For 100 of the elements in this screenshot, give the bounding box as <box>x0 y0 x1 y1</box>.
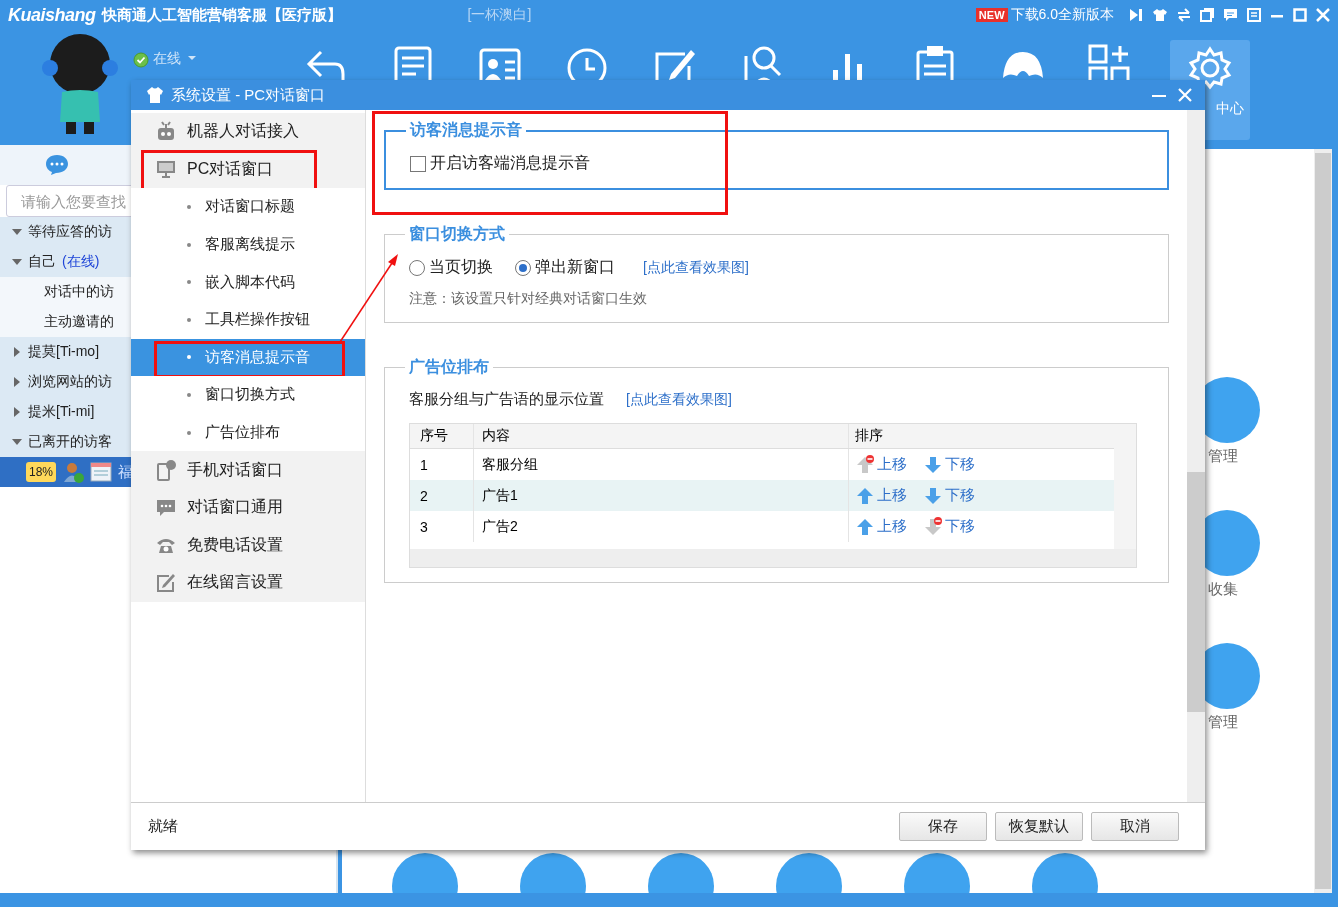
dialog-button[interactable]: 取消 <box>1091 812 1179 841</box>
caret-icon[interactable] <box>12 377 22 387</box>
percent-badge: 18% <box>26 462 57 482</box>
table-cell: 3 <box>410 511 474 542</box>
close-icon[interactable] <box>1177 87 1193 103</box>
nav-label: 对话窗口通用 <box>187 497 283 518</box>
down-arrow-icon <box>923 454 943 475</box>
scrollbar[interactable] <box>1314 149 1332 893</box>
nav-item[interactable]: 在线留言设置 <box>131 564 365 602</box>
up-arrow-icon <box>855 485 875 506</box>
person-icon <box>62 461 85 483</box>
caret-icon[interactable] <box>12 257 22 267</box>
table-cell: 2 <box>410 480 474 511</box>
nav-label: 机器人对话接入 <box>187 121 299 142</box>
feature-label: 管理 <box>1207 447 1238 466</box>
monitor-icon <box>155 158 177 181</box>
column-header: 排序 <box>854 426 884 445</box>
swap-icon[interactable] <box>1177 8 1191 22</box>
windows-icon[interactable] <box>1200 8 1214 22</box>
preview-link[interactable]: [点此查看效果图] <box>626 390 732 409</box>
shirt-icon[interactable] <box>1152 8 1168 22</box>
scrollbar[interactable] <box>1187 110 1205 802</box>
app-logo: Kuaishang <box>8 4 96 26</box>
radio-button[interactable] <box>515 259 531 276</box>
notes-icon[interactable] <box>1247 8 1261 22</box>
new-badge: NEW <box>975 8 1008 22</box>
account-name: [一杯澳白] <box>467 6 532 24</box>
nav-label: 嵌入脚本代码 <box>205 272 295 292</box>
settings-icon <box>1188 46 1232 90</box>
checkbox[interactable] <box>410 155 426 172</box>
nav-label: 在线留言设置 <box>187 572 283 593</box>
move-up-link[interactable]: 上移 <box>855 485 907 506</box>
chat-bubble-icon[interactable] <box>45 154 69 176</box>
column-header: 序号 <box>410 424 474 448</box>
close-icon[interactable] <box>1316 8 1330 22</box>
feature-label: 收集 <box>1207 580 1238 599</box>
up-arrow-icon <box>855 516 875 537</box>
table-cell: 广告2 <box>474 511 849 542</box>
radio-option[interactable]: 当页切换 <box>409 257 493 278</box>
scrollbar[interactable] <box>1114 424 1136 549</box>
down-arrow-disabled-icon <box>923 516 943 537</box>
group-title: 窗口切换方式 <box>408 224 506 244</box>
nav-item[interactable]: 免费电话设置 <box>131 526 365 565</box>
preview-link[interactable]: [点此查看效果图] <box>643 258 749 277</box>
group-title: 访客消息提示音 <box>408 120 523 140</box>
nav-label: 对话窗口标题 <box>205 197 295 217</box>
browser-icon <box>90 461 113 483</box>
maximize-icon[interactable] <box>1293 8 1307 22</box>
column-header: 内容 <box>474 424 849 448</box>
nav-label: 免费电话设置 <box>187 534 283 555</box>
note-edit-icon <box>155 571 177 594</box>
move-down-link[interactable]: 下移 <box>923 485 975 506</box>
feature-label: 管理 <box>1207 713 1238 732</box>
message-icon[interactable] <box>1223 8 1238 22</box>
nav-label: PC对话窗口 <box>187 158 274 179</box>
scrollbar[interactable] <box>410 549 1136 567</box>
nav-label: 广告位排布 <box>205 423 280 443</box>
table-cell: 广告1 <box>474 480 849 511</box>
caret-icon[interactable] <box>12 347 22 357</box>
nav-item[interactable]: PC对话窗口 <box>131 150 365 189</box>
app-title: 快商通人工智能营销客服【医疗版】 <box>101 5 342 25</box>
up-arrow-disabled-icon <box>855 454 875 475</box>
phone-chat-icon <box>155 459 177 482</box>
checkbox-option[interactable]: 开启访客端消息提示音 <box>410 153 590 174</box>
move-down-link[interactable]: 下移 <box>923 454 975 475</box>
dialog-button[interactable]: 恢复默认 <box>995 812 1083 841</box>
robot-icon <box>155 120 177 143</box>
nav-item[interactable]: 机器人对话接入 <box>131 113 365 151</box>
tree-label: 提莫[Ti-mo] <box>28 343 100 361</box>
nav-label: 客服离线提示 <box>205 235 295 255</box>
table-row[interactable]: 2 广告1 上移 下移 <box>410 480 1114 511</box>
shirt-icon <box>145 85 165 105</box>
note-text: 注意：该设置只针对经典对话窗口生效 <box>409 289 648 308</box>
radio-option[interactable]: 弹出新窗口 <box>515 257 615 278</box>
tree-label: 等待应答的访 <box>28 223 112 241</box>
caret-icon[interactable] <box>12 437 22 447</box>
tree-label: 已离开的访客 <box>28 433 112 451</box>
skip-icon[interactable] <box>1129 8 1143 22</box>
nav-label: 手机对话窗口 <box>187 459 283 480</box>
nav-label: 访客消息提示音 <box>205 347 310 367</box>
nav-label: 工具栏操作按钮 <box>205 310 310 330</box>
dialog-title: 系统设置 - PC对话窗口 <box>171 85 326 105</box>
caption-text: 客服分组与广告语的显示位置 <box>409 390 604 409</box>
group-title: 广告位排布 <box>408 357 490 377</box>
radio-button[interactable] <box>409 259 425 276</box>
tree-label: 提米[Ti-mi] <box>28 403 95 421</box>
dialog-button[interactable]: 保存 <box>899 812 987 841</box>
nav-item[interactable]: 手机对话窗口 <box>131 451 365 489</box>
tree-status: (在线) <box>62 253 100 271</box>
table-row[interactable]: 3 广告2 上移 下移 <box>410 511 1114 542</box>
tree-label: 自己 <box>28 253 56 271</box>
online-check-icon <box>133 52 149 68</box>
tree-label: 浏览网站的访 <box>28 373 112 391</box>
status-text: 就绪 <box>148 817 178 836</box>
caret-icon[interactable] <box>12 227 22 237</box>
nav-item[interactable]: 对话窗口通用 <box>131 488 365 527</box>
move-up-link[interactable]: 上移 <box>855 516 907 537</box>
down-arrow-icon <box>923 485 943 506</box>
nav-label: 窗口切换方式 <box>205 385 295 405</box>
caret-icon[interactable] <box>12 407 22 417</box>
